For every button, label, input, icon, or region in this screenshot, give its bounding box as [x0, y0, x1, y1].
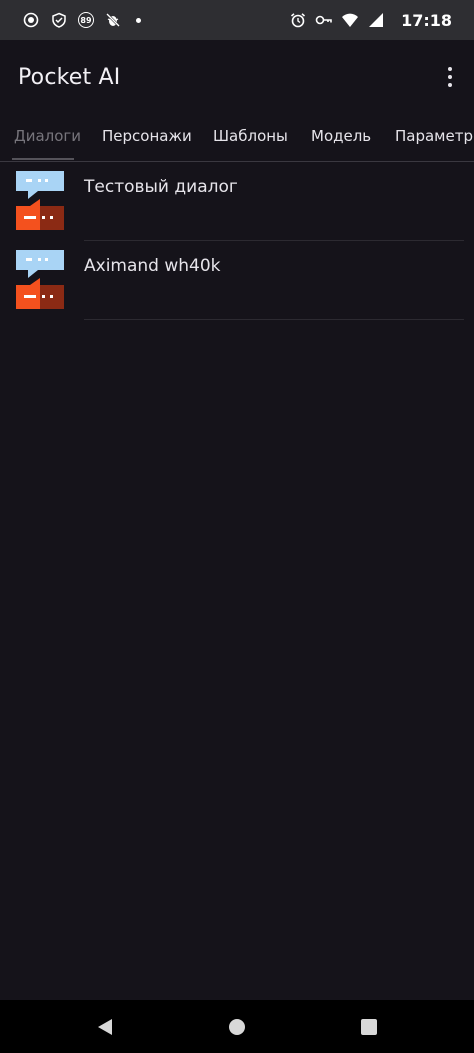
alarm-icon	[289, 11, 307, 29]
status-right-icons: 17:18	[289, 11, 452, 30]
app-bar: Pocket AI	[0, 40, 474, 114]
chat-bubbles-icon	[16, 250, 64, 310]
tab-parameters[interactable]: Параметры	[395, 114, 474, 161]
dialog-title: Aximand wh40k	[84, 256, 221, 276]
chat-bubbles-icon	[16, 171, 64, 231]
record-icon	[22, 11, 40, 29]
dot-icon	[136, 17, 141, 23]
tab-dialogs[interactable]: Диалоги	[14, 114, 81, 161]
badge-89-icon: 89	[78, 12, 94, 28]
tab-model[interactable]: Модель	[311, 114, 371, 161]
back-triangle-icon[interactable]	[94, 1016, 116, 1038]
app-title: Pocket AI	[18, 64, 121, 90]
status-bar: 89 17:18	[0, 0, 474, 40]
tab-characters[interactable]: Персонажи	[102, 114, 192, 161]
dialog-title: Тестовый диалог	[84, 177, 238, 197]
tab-templates[interactable]: Шаблоны	[213, 114, 288, 161]
navigation-bar	[0, 1000, 474, 1053]
list-divider	[84, 319, 464, 320]
key-icon	[315, 11, 333, 29]
signal-icon	[367, 11, 385, 29]
dialog-list-item[interactable]: Тестовый диалог	[0, 162, 474, 241]
wifi-icon	[341, 11, 359, 29]
shield-icon	[50, 11, 68, 29]
more-vert-icon[interactable]	[438, 62, 462, 92]
status-time: 17:18	[401, 10, 452, 30]
tab-indicator	[12, 158, 74, 160]
dialog-list-item[interactable]: Aximand wh40k	[0, 241, 474, 320]
tab-bar: Диалоги Персонажи Шаблоны Модель Парамет…	[0, 114, 474, 162]
home-circle-icon[interactable]	[226, 1016, 248, 1038]
status-left-icons: 89	[22, 11, 141, 29]
bug-icon	[104, 11, 122, 29]
recents-square-icon[interactable]	[358, 1016, 380, 1038]
